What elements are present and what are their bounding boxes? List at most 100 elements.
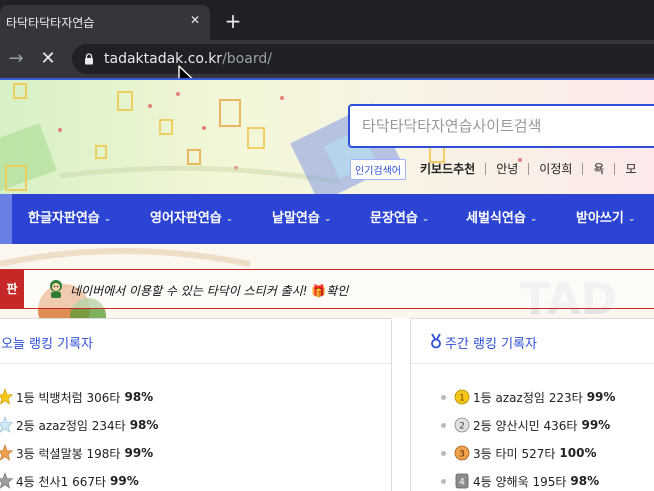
notice-tag: 판 [0,269,24,309]
page-viewport: 인기검색어 키보드추천 안녕 이정희 욕 모 한글자판연습⌄ 영어자판연습⌄ 낱… [0,78,654,491]
ranking-row[interactable]: 2등 azaz정임 234타 98% [0,415,158,435]
player-name: 빅뱅처럼 [38,390,83,405]
accuracy: 99% [581,418,611,432]
rank-label: 1등 [16,390,35,405]
notice-text: 네이버에서 이용할 수 있는 타닥이 스티커 출시! [70,284,308,298]
chevron-down-icon: ⌄ [225,214,234,224]
accuracy: 99% [586,390,616,404]
typing-speed: 198타 [86,446,121,461]
nav-item-word-practice[interactable]: 낱말연습 ⌄ [272,194,331,244]
popular-search-item[interactable]: 모 [614,163,646,175]
rank-label: 1등 [473,390,492,405]
typing-speed: 195타 [532,474,567,489]
ranking-row[interactable]: 4 4등 양해욱 195타 98% [441,471,599,491]
chevron-down-icon: ⌄ [103,214,112,224]
rank-label: 4등 [16,474,35,489]
list-bullet [441,450,446,456]
notice-message[interactable]: 네이버에서 이용할 수 있는 타닥이 스티커 출시! 🎁확인 [70,282,348,299]
ranking-row[interactable]: 3 3등 타미 527타 100% [441,443,596,463]
player-name: 양산시민 [495,418,540,433]
nav-item-label: 세벌식연습 [466,211,526,226]
popular-searches: 인기검색어 키보드추천 안녕 이정희 욕 모 [350,158,647,180]
player-name: 천사1 [38,474,69,489]
ranking-row[interactable]: 1등 빅뱅처럼 306타 98% [0,387,153,407]
panel-divider [0,363,391,364]
typing-speed: 306타 [86,390,121,405]
typing-speed: 667타 [72,474,107,489]
grey-star-icon [0,472,13,489]
gold-star-icon [0,388,13,405]
ranking-row[interactable]: 3등 럭셜말봉 198타 99% [0,443,153,463]
rank-label: 2등 [473,418,492,433]
nav-item-label: 문장연습 [370,211,418,226]
nav-item-label: 한글자판연습 [28,211,100,226]
rank-label: 3등 [473,446,492,461]
player-name: 럭셜말봉 [38,446,83,461]
lock-icon [85,53,93,65]
accuracy: 98% [570,474,600,488]
ranking-row[interactable]: 1 1등 azaz정임 223타 99% [441,387,615,407]
popular-searches-label: 인기검색어 [350,158,406,180]
bronze-medal-3-icon: 3 [454,445,470,461]
today-ranking-panel: 오늘 랭킹 기록자 1등 빅뱅처럼 306타 98% 2등 azaz정임 234타… [0,318,392,491]
medal-icon [431,333,441,349]
ranking-row[interactable]: 4등 천사1 667타 99% [0,471,139,491]
ranking-row[interactable]: 2 2등 양산시민 436타 99% [441,415,610,435]
notice-link[interactable]: 확인 [326,284,348,298]
list-bullet [441,422,446,428]
nav-item-label: 영어자판연습 [150,211,222,226]
svg-text:3: 3 [459,450,465,460]
browser-tab-bar: 타닥타닥타자연습 ✕ + [0,0,654,40]
nav-item-english-keyboard[interactable]: 영어자판연습 ⌄ [150,194,233,244]
nav-item-sentence-practice[interactable]: 문장연습 ⌄ [370,194,429,244]
forward-arrow-icon[interactable]: → [6,49,26,69]
weekly-ranking-panel: 주간 랭킹 기록자 1 1등 azaz정임 223타 99% 2 2등 양산시민 … [410,318,654,491]
svg-text:2: 2 [459,422,465,432]
url-host: tadaktadak.co.kr [104,51,223,67]
nav-item-korean-keyboard[interactable]: 한글자판연습 ⌄ [28,194,111,244]
typing-speed: 436타 [543,418,578,433]
gold-medal-1-icon: 1 [454,389,470,405]
popular-search-item[interactable]: 이정희 [528,163,582,175]
popular-search-item[interactable]: 욕 [582,163,614,175]
silver-star-icon [0,416,13,433]
nav-item-label: 낱말연습 [272,211,320,226]
stop-loading-icon[interactable]: ✕ [38,49,58,69]
popular-search-item[interactable]: 안녕 [485,163,528,175]
chevron-down-icon: ⌄ [529,214,538,224]
grey-badge-4-icon: 4 [455,473,469,489]
chevron-down-icon: ⌄ [323,214,332,224]
rank-label: 3등 [16,446,35,461]
today-ranking-title[interactable]: 오늘 랭킹 기록자 [1,333,93,352]
player-name: 양해욱 [495,474,529,489]
accuracy: 99% [124,446,154,460]
player-name: azaz정임 [495,390,545,405]
nav-item-sebeolsik-practice[interactable]: 세벌식연습 ⌄ [466,194,537,244]
address-bar[interactable]: tadaktadak.co.kr/board/ [72,44,654,74]
rank-label: 2등 [16,418,35,433]
nav-item-dictation[interactable]: 받아쓰기 ⌄ [576,194,635,244]
popular-search-item[interactable]: 키보드추천 [416,163,485,175]
site-search-input[interactable] [362,106,652,146]
gift-icon: 🎁 [311,284,327,298]
tab-close-icon[interactable]: ✕ [186,11,204,29]
svg-text:4: 4 [459,478,465,488]
nav-item-label: 받아쓰기 [576,211,624,226]
site-search-box [348,104,654,148]
accuracy: 100% [559,446,597,460]
tab-title: 타닥타닥타자연습 [6,16,95,30]
player-name: 타미 [495,446,518,461]
weekly-ranking-title[interactable]: 주간 랭킹 기록자 [445,333,537,352]
new-tab-icon[interactable]: + [222,10,244,32]
accuracy: 98% [124,390,154,404]
chevron-down-icon: ⌄ [627,214,636,224]
typing-speed: 234타 [91,418,126,433]
accuracy: 99% [110,474,139,488]
browser-tab[interactable]: 타닥타닥타자연습 ✕ [0,5,210,40]
svg-text:1: 1 [459,394,465,404]
silver-medal-2-icon: 2 [454,417,470,433]
list-bullet [441,478,446,484]
typing-speed: 223타 [548,390,583,405]
site-header: 인기검색어 키보드추천 안녕 이정희 욕 모 [0,80,654,194]
nav-edge-decoration [0,194,12,244]
